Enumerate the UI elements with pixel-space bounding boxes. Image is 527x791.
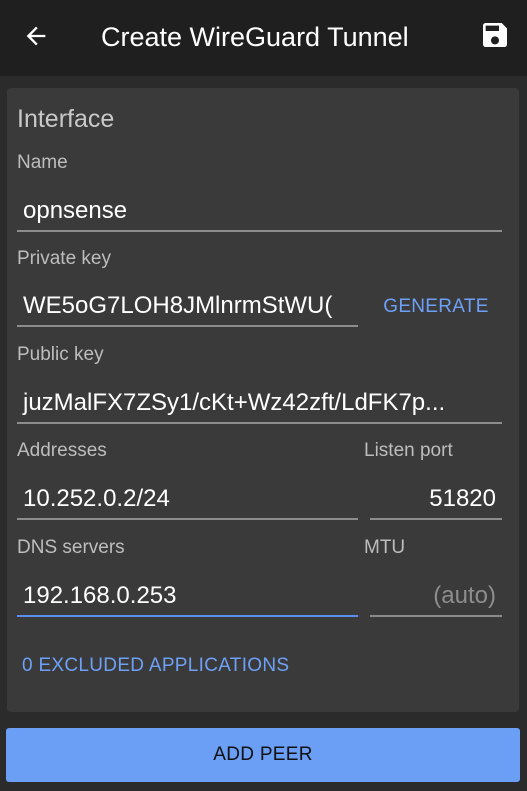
- generate-button[interactable]: GENERATE: [372, 290, 500, 324]
- mtu-input[interactable]: [370, 577, 502, 615]
- public-key-field[interactable]: juzMalFX7ZSy1/cKt+Wz42zft/LdFK7p...: [17, 384, 502, 424]
- private-key-value[interactable]: WE5oG7LOH8JMlnrmStWU(: [17, 287, 358, 325]
- listen-port-label: Listen port: [364, 440, 453, 461]
- addresses-input[interactable]: [17, 480, 358, 518]
- listen-port-input[interactable]: [370, 480, 502, 518]
- back-button[interactable]: [18, 18, 54, 54]
- save-button[interactable]: [476, 16, 514, 54]
- name-input[interactable]: [17, 192, 502, 230]
- dns-servers-label: DNS servers: [17, 537, 125, 558]
- app-bar: Create WireGuard Tunnel: [0, 0, 527, 76]
- public-key-label: Public key: [17, 344, 104, 365]
- arrow-left-icon: [26, 26, 46, 46]
- dns-servers-input[interactable]: [17, 577, 358, 615]
- section-title-interface: Interface: [17, 105, 115, 133]
- mtu-label: MTU: [364, 537, 406, 558]
- addresses-label: Addresses: [17, 440, 107, 461]
- page-title: Create WireGuard Tunnel: [101, 22, 409, 52]
- mtu-field[interactable]: [370, 577, 502, 617]
- add-peer-button[interactable]: ADD PEER: [6, 728, 520, 782]
- dns-servers-field[interactable]: [17, 577, 358, 617]
- name-label: Name: [17, 152, 68, 173]
- private-key-label: Private key: [17, 248, 111, 269]
- excluded-applications-button[interactable]: 0 EXCLUDED APPLICATIONS: [22, 650, 289, 682]
- public-key-value[interactable]: juzMalFX7ZSy1/cKt+Wz42zft/LdFK7p...: [17, 384, 502, 422]
- listen-port-field[interactable]: [370, 480, 502, 520]
- addresses-field[interactable]: [17, 480, 358, 520]
- floppy-disk-icon: [483, 23, 507, 47]
- private-key-field[interactable]: WE5oG7LOH8JMlnrmStWU(: [17, 287, 358, 327]
- name-field[interactable]: [17, 192, 502, 232]
